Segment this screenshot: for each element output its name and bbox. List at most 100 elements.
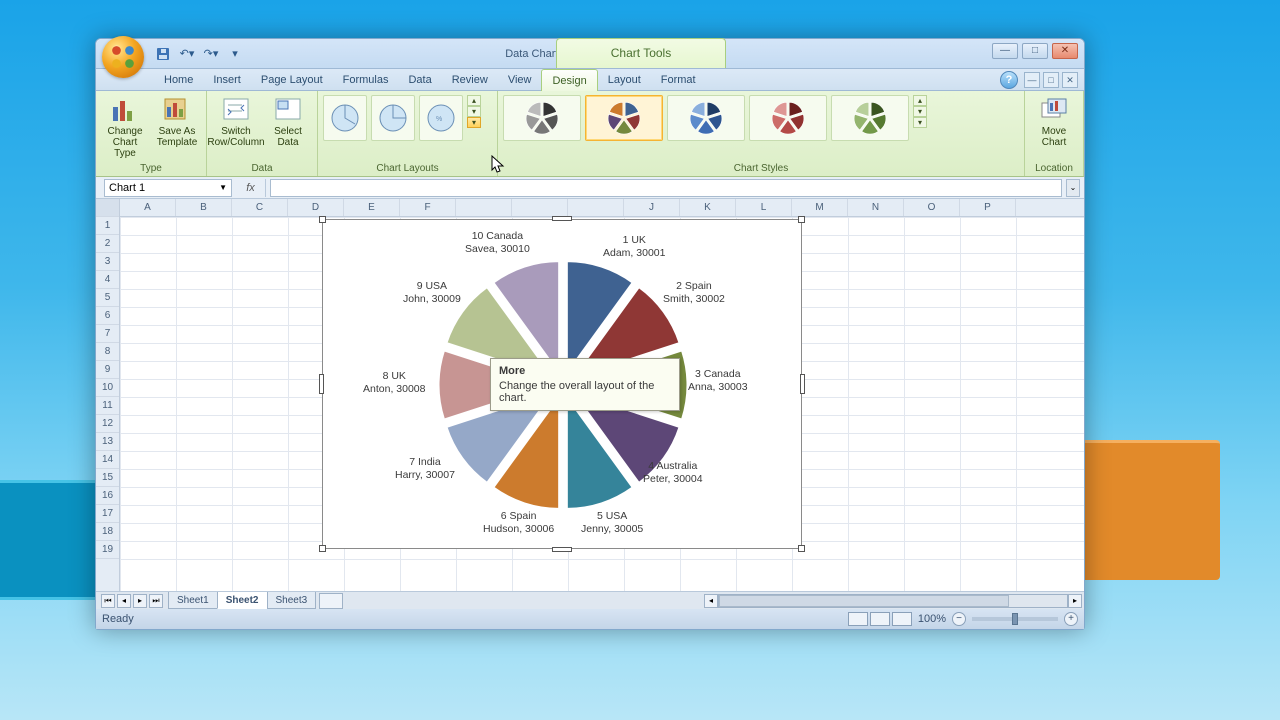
resize-handle[interactable] <box>798 216 805 223</box>
column-header[interactable]: O <box>904 199 960 216</box>
zoom-slider[interactable] <box>972 617 1058 621</box>
gallery-scroll-up[interactable]: ▴ <box>467 95 481 106</box>
tab-format[interactable]: Format <box>651 69 706 91</box>
chart-style-option[interactable] <box>667 95 745 141</box>
column-header[interactable]: P <box>960 199 1016 216</box>
column-header[interactable]: A <box>120 199 176 216</box>
help-icon[interactable]: ? <box>1000 71 1018 89</box>
zoom-level[interactable]: 100% <box>918 613 946 625</box>
view-page-break-icon[interactable] <box>892 612 912 626</box>
row-header[interactable]: 6 <box>96 307 119 325</box>
column-header[interactable]: D <box>288 199 344 216</box>
row-header[interactable]: 1 <box>96 217 119 235</box>
row-header[interactable]: 19 <box>96 541 119 559</box>
gallery-more-button[interactable]: ▾ <box>913 117 927 128</box>
resize-handle[interactable] <box>798 545 805 552</box>
column-header[interactable]: J <box>624 199 680 216</box>
save-as-template-button[interactable]: Save As Template <box>152 94 202 150</box>
chart-layout-option[interactable]: % <box>419 95 463 141</box>
column-header[interactable]: N <box>848 199 904 216</box>
row-header[interactable]: 2 <box>96 235 119 253</box>
row-header[interactable]: 16 <box>96 487 119 505</box>
sheet-nav-last[interactable]: ⏭ <box>149 594 163 608</box>
formula-input[interactable] <box>270 179 1062 197</box>
tab-design[interactable]: Design <box>541 69 597 91</box>
row-header[interactable]: 12 <box>96 415 119 433</box>
change-chart-type-button[interactable]: Change Chart Type <box>100 94 150 161</box>
select-data-button[interactable]: Select Data <box>263 94 313 150</box>
name-box[interactable]: Chart 1▼ <box>104 179 232 197</box>
row-header[interactable]: 4 <box>96 271 119 289</box>
chart-style-option[interactable] <box>503 95 581 141</box>
gallery-more-button[interactable]: ▾ <box>467 117 481 128</box>
zoom-out-button[interactable]: − <box>952 612 966 626</box>
tab-review[interactable]: Review <box>442 69 498 91</box>
resize-handle[interactable] <box>319 374 324 394</box>
gallery-scroll-down[interactable]: ▾ <box>913 106 927 117</box>
resize-handle[interactable] <box>552 547 572 552</box>
switch-row-column-button[interactable]: Switch Row/Column <box>211 94 261 150</box>
row-header[interactable]: 10 <box>96 379 119 397</box>
row-header[interactable]: 17 <box>96 505 119 523</box>
column-header[interactable]: F <box>400 199 456 216</box>
row-header[interactable]: 13 <box>96 433 119 451</box>
row-header[interactable]: 8 <box>96 343 119 361</box>
column-header[interactable] <box>568 199 624 216</box>
qat-customize-icon[interactable]: ▾ <box>226 45 244 63</box>
move-chart-button[interactable]: Move Chart <box>1029 94 1079 150</box>
tab-page-layout[interactable]: Page Layout <box>251 69 333 91</box>
column-header[interactable]: K <box>680 199 736 216</box>
tab-layout[interactable]: Layout <box>598 69 651 91</box>
sheet-tab[interactable]: Sheet3 <box>267 592 317 609</box>
row-header[interactable]: 7 <box>96 325 119 343</box>
sheet-nav-next[interactable]: ▸ <box>133 594 147 608</box>
row-header[interactable]: 5 <box>96 289 119 307</box>
doc-restore-button[interactable]: □ <box>1043 72 1059 88</box>
chart-style-option[interactable] <box>749 95 827 141</box>
row-header[interactable]: 14 <box>96 451 119 469</box>
row-header[interactable]: 15 <box>96 469 119 487</box>
zoom-in-button[interactable]: + <box>1064 612 1078 626</box>
column-header[interactable]: E <box>344 199 400 216</box>
column-header[interactable] <box>456 199 512 216</box>
column-header[interactable]: L <box>736 199 792 216</box>
horizontal-scrollbar[interactable]: ◂▸ <box>704 593 1082 609</box>
cell-area[interactable]: 1 UKAdam, 300012 SpainSmith, 300023 Cana… <box>120 217 1084 591</box>
tab-data[interactable]: Data <box>398 69 441 91</box>
expand-formula-bar[interactable]: ⌄ <box>1066 179 1080 197</box>
save-icon[interactable] <box>154 45 172 63</box>
chart-style-option-selected[interactable] <box>585 95 663 141</box>
fx-icon[interactable]: fx <box>236 179 266 197</box>
insert-sheet-button[interactable] <box>319 593 343 609</box>
view-page-layout-icon[interactable] <box>870 612 890 626</box>
resize-handle[interactable] <box>319 545 326 552</box>
column-header[interactable]: C <box>232 199 288 216</box>
undo-icon[interactable]: ↶▾ <box>178 45 196 63</box>
tab-home[interactable]: Home <box>154 69 203 91</box>
column-header[interactable] <box>512 199 568 216</box>
gallery-scroll-up[interactable]: ▴ <box>913 95 927 106</box>
view-normal-icon[interactable] <box>848 612 868 626</box>
column-header[interactable]: B <box>176 199 232 216</box>
tab-view[interactable]: View <box>498 69 542 91</box>
sheet-nav-first[interactable]: ⏮ <box>101 594 115 608</box>
redo-icon[interactable]: ↷▾ <box>202 45 220 63</box>
minimize-button[interactable]: — <box>992 43 1018 59</box>
column-header[interactable]: M <box>792 199 848 216</box>
row-header[interactable]: 3 <box>96 253 119 271</box>
chart-layout-option[interactable] <box>323 95 367 141</box>
close-button[interactable]: ✕ <box>1052 43 1078 59</box>
sheet-nav-prev[interactable]: ◂ <box>117 594 131 608</box>
row-header[interactable]: 18 <box>96 523 119 541</box>
sheet-tab-active[interactable]: Sheet2 <box>217 592 268 609</box>
office-button[interactable] <box>102 36 144 78</box>
row-header[interactable]: 11 <box>96 397 119 415</box>
resize-handle[interactable] <box>552 216 572 221</box>
resize-handle[interactable] <box>319 216 326 223</box>
resize-handle[interactable] <box>800 374 805 394</box>
tab-insert[interactable]: Insert <box>203 69 251 91</box>
doc-close-button[interactable]: ✕ <box>1062 72 1078 88</box>
gallery-scroll-down[interactable]: ▾ <box>467 106 481 117</box>
maximize-button[interactable]: □ <box>1022 43 1048 59</box>
tab-formulas[interactable]: Formulas <box>333 69 399 91</box>
